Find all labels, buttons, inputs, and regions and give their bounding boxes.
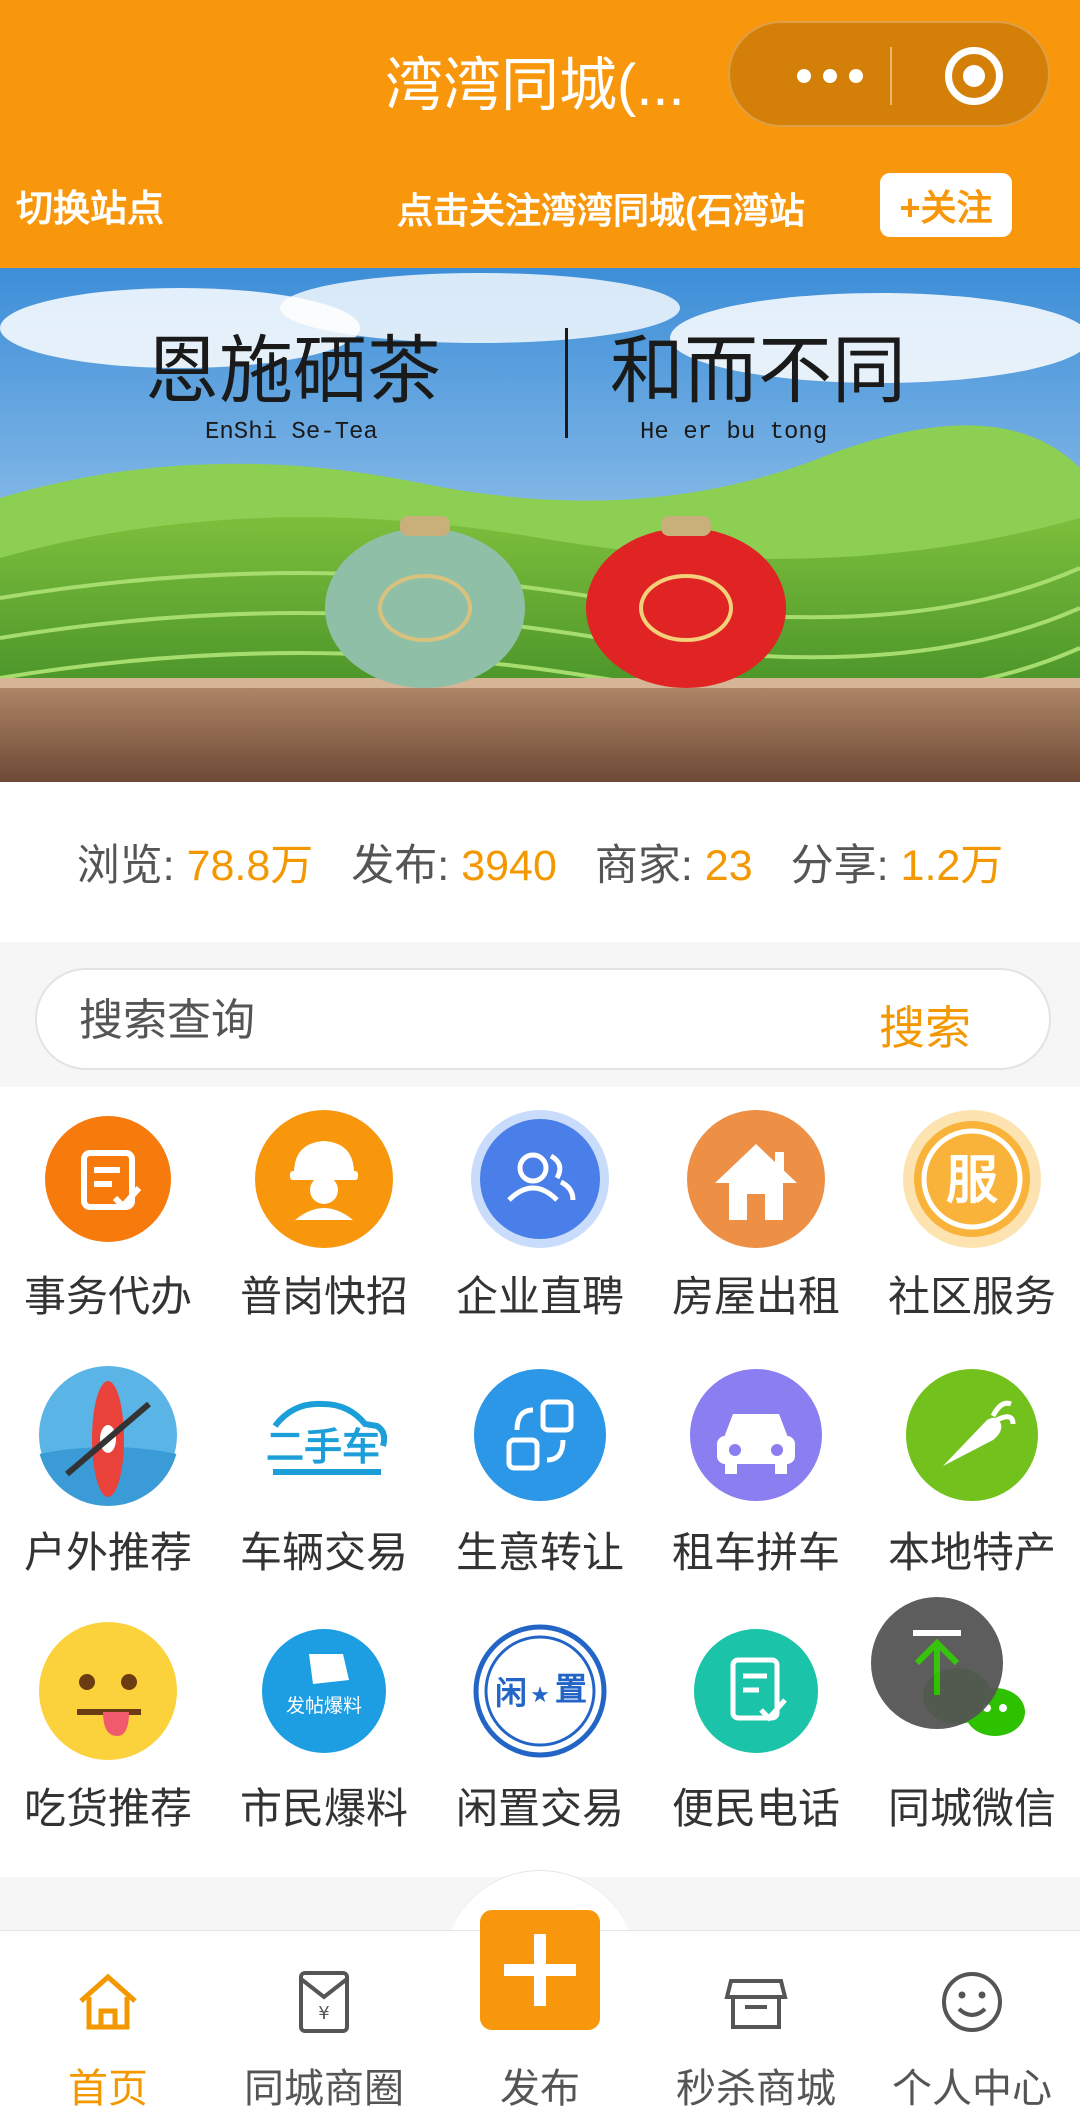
follow-tip: 点击关注湾湾同城(石湾站 [397,190,805,231]
more-menu-icon[interactable] [770,23,890,129]
category-public-phone[interactable]: 便民电话 [648,1599,864,1855]
category-community-service[interactable]: 服 社区服务 [864,1087,1080,1343]
store-icon [724,1979,788,2029]
idle-stamp-icon: 闲 ★ 置 [469,1620,611,1762]
banner-left-title: 恩施硒茶 [145,331,441,413]
users-icon [469,1108,611,1250]
back-to-top-button[interactable] [871,1597,1003,1729]
svg-text:二手车: 二手车 [266,1425,380,1469]
arrow-up-icon [913,1630,961,1695]
category-label: 社区服务 [887,1273,1056,1320]
svg-text:置: 置 [555,1670,587,1708]
category-label: 本地特产 [887,1529,1056,1576]
publish-plus-button[interactable] [480,1910,600,2030]
house-icon [685,1108,827,1250]
page-title: 湾湾同城(... [385,53,685,118]
service-icon: 服 [901,1108,1043,1250]
tab-profile[interactable]: 个人中心 [864,1931,1080,2121]
close-miniprogram-icon[interactable] [945,47,1003,105]
category-house-rental[interactable]: 房屋出租 [648,1087,864,1343]
category-label: 市民爆料 [239,1785,408,1832]
category-citizen-news[interactable]: 发帖爆料 市民爆料 [216,1599,432,1855]
banner-right-subtitle: He er bu tong [640,419,827,446]
stat-posts: 发布: 3940 [351,842,557,890]
svg-text:★: ★ [530,1683,550,1708]
edit-doc-icon [37,1108,179,1250]
category-label: 户外推荐 [23,1529,192,1576]
tab-flash-sale[interactable]: 秒杀商城 [648,1931,864,2121]
banner-carousel[interactable]: 恩施硒茶 EnShi Se-Tea 和而不同 He er bu tong [0,268,1080,782]
stats-bar: 浏览: 78.8万 发布: 3940 商家: 23 分享: 1.2万 [0,782,1080,942]
category-outdoor[interactable]: 户外推荐 [0,1343,216,1599]
green-tea-jar [325,528,525,688]
category-vehicle-trade[interactable]: 二手车 车辆交易 [216,1343,432,1599]
phone-doc-icon [685,1620,827,1762]
carrot-icon [901,1364,1043,1506]
foodie-emoji-icon [37,1620,179,1762]
switch-site-button[interactable]: 切换站点 [16,178,164,232]
category-local-specialty[interactable]: 本地特产 [864,1343,1080,1599]
tab-home[interactable]: 首页 [0,1931,216,2121]
category-label: 普岗快招 [239,1273,408,1320]
search-bar: 搜索 [35,968,1051,1070]
search-input[interactable] [79,992,799,1050]
car-icon [685,1364,827,1506]
stat-shares: 分享: 1.2万 [790,842,1004,890]
miniprogram-capsule [728,21,1050,127]
post-news-icon: 发帖爆料 [253,1620,395,1762]
smile-icon [942,1972,1002,2032]
worker-icon [253,1108,395,1250]
capsule-divider [890,47,892,105]
category-car-rental[interactable]: 租车拼车 [648,1343,864,1599]
category-idle-trade[interactable]: 闲 ★ 置 闲置交易 [432,1599,648,1855]
category-label: 闲置交易 [455,1785,624,1832]
category-label: 生意转让 [455,1529,624,1576]
svg-text:¥: ¥ [318,2003,329,2024]
banner-left-subtitle: EnShi Se-Tea [205,419,378,446]
category-foodie[interactable]: 吃货推荐 [0,1599,216,1855]
category-business-transfer[interactable]: 生意转让 [432,1343,648,1599]
used-car-icon: 二手车 [253,1364,395,1506]
category-label: 吃货推荐 [23,1785,192,1832]
follow-button[interactable]: +关注 [880,173,1012,237]
svg-text:服: 服 [946,1151,998,1211]
transfer-icon [469,1364,611,1506]
category-grid: 事务代办 普岗快招 企业直聘 房屋出租 服 社区服务 户外推荐 二手车 车辆交易… [0,1087,1080,1877]
category-quick-jobs[interactable]: 普岗快招 [216,1087,432,1343]
top-header: 湾湾同城(... 切换站点 点击关注湾湾同城(石湾站 +关注 [0,0,1080,268]
category-label: 事务代办 [23,1273,192,1320]
category-label: 同城微信 [887,1785,1056,1832]
category-errands[interactable]: 事务代办 [0,1087,216,1343]
search-button[interactable]: 搜索 [879,992,971,1058]
category-label: 房屋出租 [671,1273,840,1320]
banner-right-title: 和而不同 [610,331,906,413]
category-label: 企业直聘 [455,1273,624,1320]
red-tea-jar [586,528,786,688]
category-label: 便民电话 [671,1785,840,1832]
stat-merchants: 商家: 23 [594,842,753,890]
category-label: 租车拼车 [671,1529,840,1576]
home-icon [79,1973,137,2030]
category-enterprise-hiring[interactable]: 企业直聘 [432,1087,648,1343]
tab-city-business[interactable]: ¥ 同城商圈 [216,1931,432,2121]
svg-text:发帖爆料: 发帖爆料 [286,1695,362,1717]
kayak-icon [37,1364,179,1506]
svg-text:闲: 闲 [495,1674,527,1712]
category-label: 车辆交易 [239,1529,408,1576]
stat-views: 浏览: 78.8万 [76,842,314,890]
shop-bag-icon: ¥ [299,1971,349,2033]
